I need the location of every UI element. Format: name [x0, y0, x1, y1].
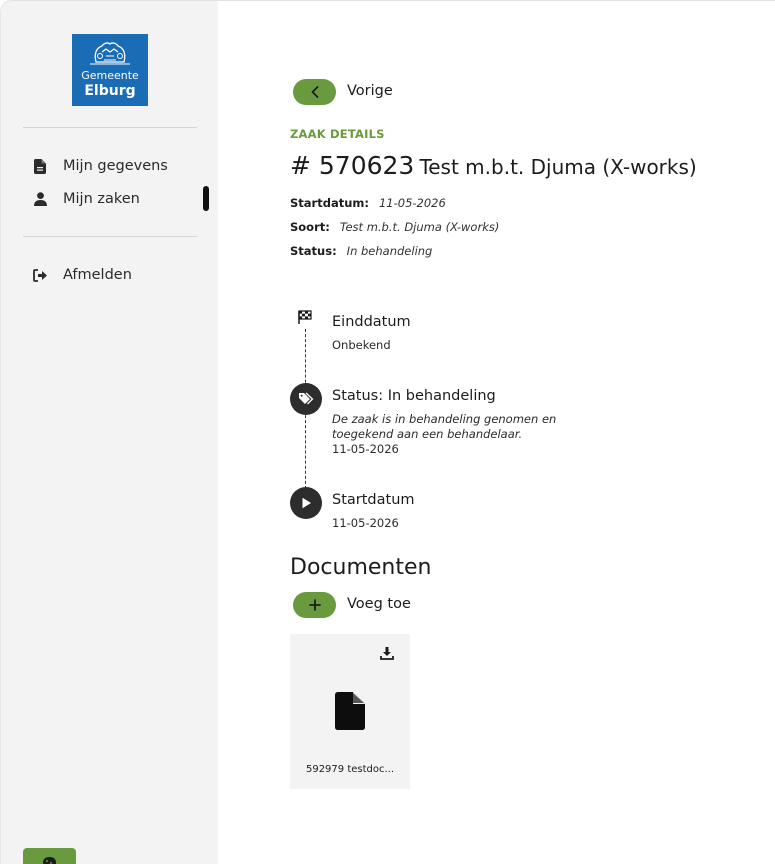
document-card[interactable]: 592979 testdoc... [290, 634, 410, 789]
sidebar-item-mijn-gegevens[interactable]: Mijn gegevens [31, 155, 168, 177]
plus-icon [308, 596, 321, 615]
active-indicator [203, 186, 209, 211]
cookie-icon [43, 853, 56, 864]
meta-value: 11-05-2026 [378, 196, 446, 210]
timeline-status-title: Status: In behandeling [332, 388, 496, 404]
timeline-startdatum-dot [290, 487, 322, 519]
gemeente-elburg-logo[interactable]: Gemeente Elburg [72, 34, 148, 106]
sidebar-divider-top [23, 127, 197, 128]
cookie-settings-button[interactable] [23, 848, 76, 864]
meta-status: Status: In behandeling [290, 244, 432, 258]
timeline-einddatum-title: Einddatum [332, 314, 411, 330]
timeline-status-dot [290, 383, 322, 415]
sidebar-item-mijn-zaken[interactable]: Mijn zaken [31, 188, 140, 210]
document-name: 592979 testdoc... [305, 764, 395, 775]
sidebar-item-label: Mijn zaken [63, 191, 140, 207]
sidebar-divider-bottom [23, 236, 197, 237]
play-icon [301, 494, 312, 513]
section-eyebrow: ZAAK DETAILS [290, 127, 385, 141]
case-name: Test m.b.t. Djuma (X-works) [419, 155, 697, 179]
sidebar: Gemeente Elburg Mijn gegevens Mijn zaken… [1, 1, 218, 864]
add-document-label[interactable]: Voeg toe [347, 596, 411, 612]
flag-icon [297, 309, 313, 324]
meta-soort: Soort: Test m.b.t. Djuma (X-works) [290, 220, 499, 234]
timeline-startdatum-title: Startdatum [332, 492, 415, 508]
meta-label: Startdatum: [290, 196, 369, 210]
sidebar-item-label: Mijn gegevens [63, 158, 168, 174]
logo-line-2: Elburg [84, 83, 136, 99]
crest-icon [90, 42, 130, 65]
app-window: Gemeente Elburg Mijn gegevens Mijn zaken… [0, 0, 775, 864]
meta-label: Status: [290, 244, 337, 258]
chevron-left-icon [311, 83, 319, 102]
back-button[interactable] [293, 79, 336, 105]
meta-startdatum: Startdatum: 11-05-2026 [290, 196, 446, 210]
file-icon [335, 692, 365, 730]
page-title: # 570623 Test m.b.t. Djuma (X-works) [290, 151, 697, 180]
add-document-button[interactable] [293, 592, 336, 618]
meta-label: Soort: [290, 220, 330, 234]
timeline-status-description: De zaak is in behandeling genomen en toe… [332, 412, 557, 441]
meta-value: In behandeling [346, 244, 433, 258]
timeline-status-date: 11-05-2026 [332, 442, 399, 456]
tag-icon [298, 390, 314, 409]
documents-heading: Documenten [290, 555, 432, 580]
timeline-startdatum-date: 11-05-2026 [332, 516, 399, 530]
logout-icon [31, 266, 49, 284]
meta-value: Test m.b.t. Djuma (X-works) [339, 220, 500, 234]
download-icon[interactable] [379, 645, 395, 661]
timeline-einddatum-text: Onbekend [332, 338, 391, 352]
logo-line-1: Gemeente [81, 69, 139, 82]
sidebar-item-label: Afmelden [63, 267, 132, 283]
back-label[interactable]: Vorige [347, 83, 393, 99]
case-number: # 570623 [290, 151, 415, 180]
sidebar-item-afmelden[interactable]: Afmelden [31, 264, 132, 286]
document-icon [31, 157, 49, 175]
user-icon [31, 190, 49, 208]
